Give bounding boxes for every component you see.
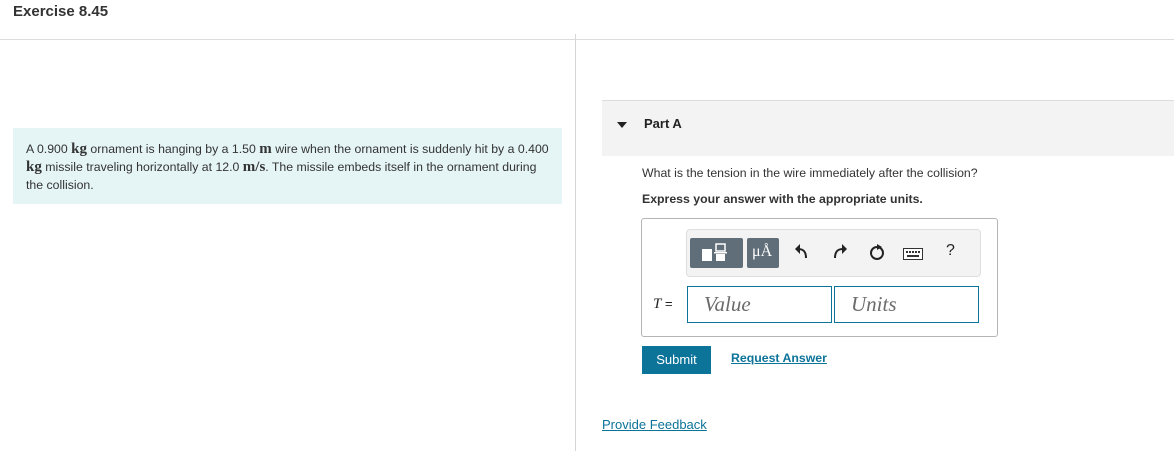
undo-icon[interactable] xyxy=(794,243,810,266)
unit-speed: m/s xyxy=(242,159,266,175)
units-button[interactable]: μÅ xyxy=(747,238,779,268)
problem-text: ornament is hanging by a xyxy=(87,142,232,156)
column-divider xyxy=(575,34,576,451)
problem-statement: A 0.900 kg ornament is hanging by a 1.50… xyxy=(13,128,562,204)
provide-feedback-link[interactable]: Provide Feedback xyxy=(602,417,707,432)
submit-button[interactable]: Submit xyxy=(642,346,711,374)
unit-m: m xyxy=(259,141,272,157)
mass1-value: 0.900 xyxy=(36,142,68,156)
unit-kg: kg xyxy=(71,141,87,157)
speed-value: 12.0 xyxy=(215,160,240,174)
exercise-title: Exercise 8.45 xyxy=(13,3,109,20)
collapse-caret-icon[interactable] xyxy=(617,122,627,128)
math-toolbar: μÅ ? xyxy=(686,229,981,277)
equals-sign: = xyxy=(661,296,673,311)
instruction-text: Express your answer with the appropriate… xyxy=(642,192,923,206)
part-a-header[interactable]: Part A xyxy=(602,100,1174,156)
mass2-value: 0.400 xyxy=(517,142,549,156)
units-mu-angstrom-icon: μÅ xyxy=(752,243,773,260)
length-value: 1.50 xyxy=(231,142,256,156)
templates-icon xyxy=(702,243,727,261)
value-placeholder: Value xyxy=(704,292,751,316)
request-answer-link[interactable]: Request Answer xyxy=(731,351,827,365)
templates-button[interactable] xyxy=(690,238,743,268)
reset-icon[interactable] xyxy=(868,243,886,266)
units-input[interactable]: Units xyxy=(834,286,979,323)
help-icon[interactable]: ? xyxy=(946,242,955,260)
header-divider xyxy=(0,39,1174,40)
problem-text: A xyxy=(26,142,37,156)
keyboard-icon[interactable] xyxy=(903,247,923,265)
question-text: What is the tension in the wire immediat… xyxy=(642,166,978,180)
part-label: Part A xyxy=(644,116,682,131)
problem-text: wire when the ornament is suddenly hit b… xyxy=(271,142,518,156)
redo-icon[interactable] xyxy=(832,243,848,266)
value-input[interactable]: Value xyxy=(687,286,832,323)
unit-kg: kg xyxy=(26,159,42,175)
units-placeholder: Units xyxy=(851,292,897,316)
equation-label: T = xyxy=(653,296,673,313)
problem-text: missile traveling horizontally at xyxy=(41,160,216,174)
